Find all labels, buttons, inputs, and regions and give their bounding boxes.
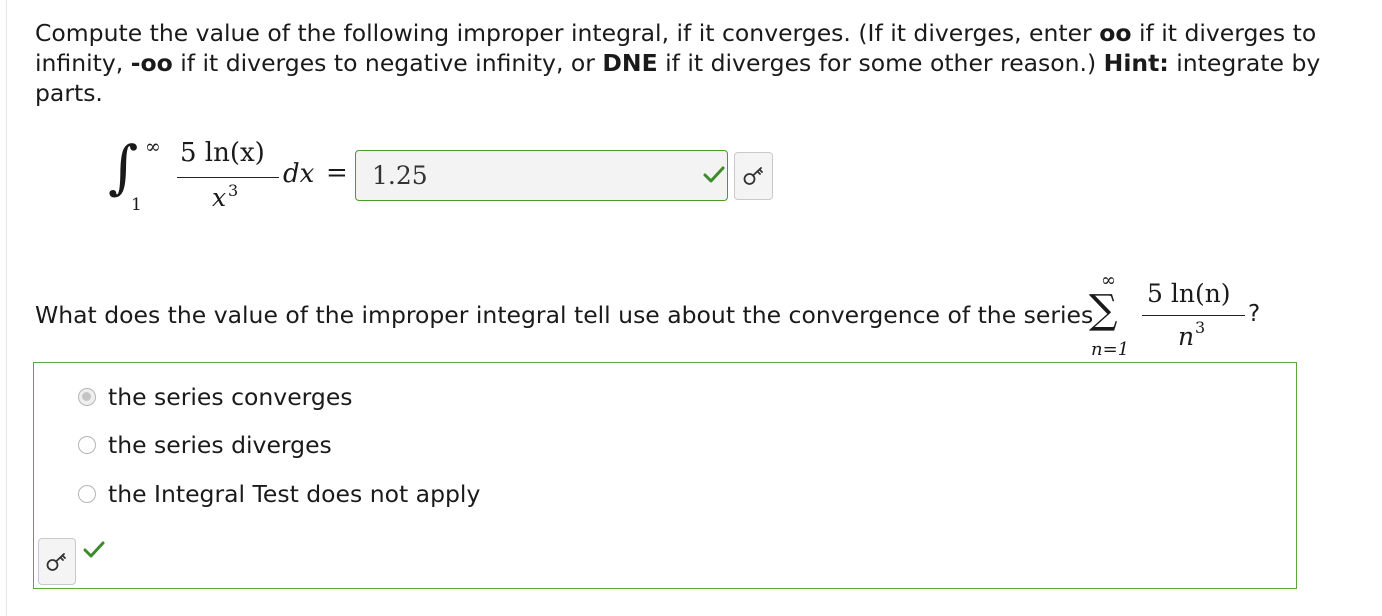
problem-bold-dne: DNE bbox=[602, 49, 658, 77]
summation-sign: ∑ bbox=[1089, 287, 1118, 333]
equals-sign: = bbox=[326, 158, 348, 188]
page-left-border bbox=[6, 0, 7, 616]
question-mark: ? bbox=[1248, 301, 1261, 327]
key-icon bbox=[743, 167, 763, 185]
answer-input[interactable]: 1.25 bbox=[355, 150, 728, 201]
multiple-choice-box: the series converges the series diverges… bbox=[33, 362, 1297, 589]
choice-preview-button[interactable] bbox=[38, 538, 76, 585]
problem-bold-oo: oo bbox=[1099, 19, 1132, 47]
radio-button[interactable] bbox=[78, 485, 96, 503]
series-denominator-exponent: 3 bbox=[1195, 318, 1206, 337]
choice-label: the series diverges bbox=[108, 431, 332, 459]
problem-bold-hint: Hint: bbox=[1103, 49, 1169, 77]
problem-text-part: Compute the value of the following impro… bbox=[35, 19, 1100, 47]
problem-text-part: if it diverges to negative infinity, or bbox=[172, 49, 603, 77]
check-icon bbox=[703, 166, 725, 183]
integral-upper-limit: ∞ bbox=[145, 136, 161, 158]
choice-option-converges[interactable]: the series converges bbox=[78, 383, 353, 411]
problem-bold-neg-oo: -oo bbox=[130, 49, 173, 77]
choice-label: the Integral Test does not apply bbox=[108, 480, 481, 508]
answer-preview-button[interactable] bbox=[734, 152, 773, 200]
series-numerator: 5 ln(n) bbox=[1147, 279, 1231, 308]
problem-text-part: if it diverges for some other reason.) bbox=[657, 49, 1104, 77]
problem-text: Compute the value of the following impro… bbox=[35, 18, 1325, 108]
integral-lower-limit: 1 bbox=[131, 195, 142, 215]
radio-button-selected[interactable] bbox=[78, 388, 96, 406]
integral-fraction-bar bbox=[177, 177, 279, 179]
series-fraction-bar bbox=[1142, 315, 1245, 317]
choice-option-diverges[interactable]: the series diverges bbox=[78, 431, 332, 459]
choice-option-not-apply[interactable]: the Integral Test does not apply bbox=[78, 480, 480, 508]
series-denominator: n bbox=[1178, 322, 1195, 351]
integral-numerator: 5 ln(x) bbox=[180, 138, 265, 168]
radio-button[interactable] bbox=[78, 436, 96, 454]
check-icon bbox=[83, 541, 105, 558]
choice-label: the series converges bbox=[108, 383, 353, 411]
integral-denominator-exponent: 3 bbox=[228, 181, 239, 200]
integral-differential: dx bbox=[283, 159, 315, 189]
integral-denominator: x bbox=[212, 183, 227, 212]
key-icon bbox=[46, 552, 66, 571]
question-convergence: What does the value of the improper inte… bbox=[35, 301, 1094, 329]
integral-sign: ∫ bbox=[108, 133, 139, 201]
series-lower-limit: n=1 bbox=[1091, 339, 1130, 360]
